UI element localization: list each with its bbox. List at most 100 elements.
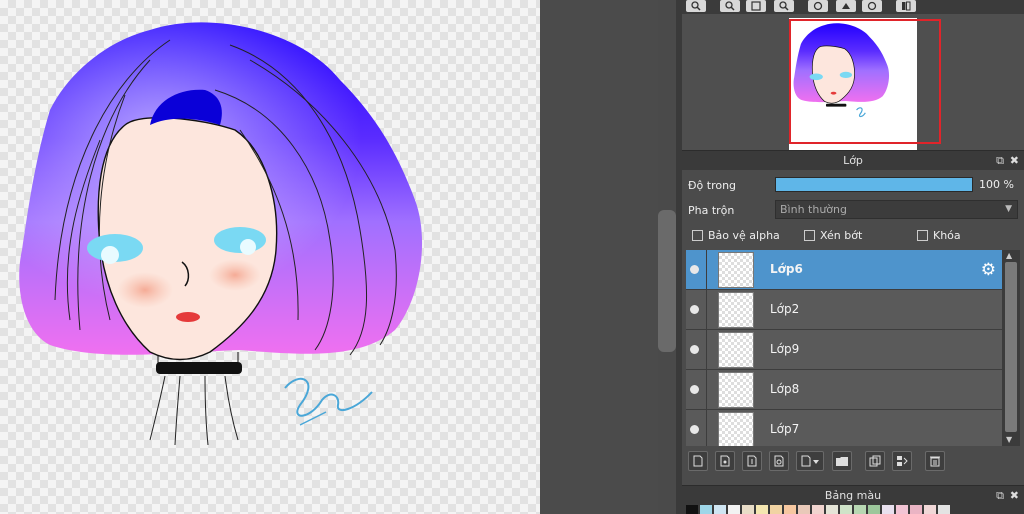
color-swatch[interactable] <box>910 505 922 514</box>
rotate-right-button[interactable] <box>862 0 882 12</box>
duplicate-icon <box>869 455 881 467</box>
visibility-icon[interactable] <box>690 345 699 354</box>
layer-row[interactable]: Lớp8 <box>686 370 1002 410</box>
close-icon[interactable]: ✖ <box>1010 151 1019 171</box>
scroll-down-icon[interactable]: ▼ <box>1006 435 1012 444</box>
color-swatch[interactable] <box>714 505 726 514</box>
trash-icon <box>930 456 940 467</box>
layer-thumbnail <box>718 332 754 368</box>
checkbox-label: Xén bớt <box>820 229 863 242</box>
visibility-icon[interactable] <box>690 385 699 394</box>
color-swatch[interactable] <box>882 505 894 514</box>
clipping-checkbox[interactable]: Xén bớt <box>804 229 862 242</box>
row-separator <box>706 410 707 446</box>
checkbox-label: Khóa <box>933 229 961 242</box>
row-separator <box>706 330 707 370</box>
page-dots-icon <box>720 455 730 467</box>
navigator-toolbar <box>682 0 1024 14</box>
layer-row[interactable]: Lớp9 <box>686 330 1002 370</box>
layer-name: Lớp6 <box>770 262 803 276</box>
new-halftone-layer-button[interactable] <box>715 451 735 471</box>
color-palette <box>682 505 1024 514</box>
color-swatch[interactable] <box>854 505 866 514</box>
layer-row[interactable]: Lớp7 <box>686 410 1002 446</box>
close-icon[interactable]: ✖ <box>1010 486 1019 506</box>
color-swatch[interactable] <box>812 505 824 514</box>
layer-row[interactable]: Lớp6 ⚙ <box>686 250 1002 290</box>
color-swatch[interactable] <box>742 505 754 514</box>
color-swatch[interactable] <box>784 505 796 514</box>
color-swatch[interactable] <box>840 505 852 514</box>
scroll-up-icon[interactable]: ▲ <box>1006 251 1012 260</box>
blend-mode-value: Bình thường <box>780 203 847 216</box>
color-swatch[interactable] <box>896 505 908 514</box>
zoom-in-button[interactable] <box>686 0 706 12</box>
checkbox-box[interactable] <box>804 230 815 241</box>
new-1bit-layer-button[interactable] <box>742 451 762 471</box>
row-separator <box>706 290 707 330</box>
page-icon <box>693 455 703 467</box>
chevron-down-icon: ▼ <box>1005 204 1012 214</box>
color-swatch[interactable] <box>798 505 810 514</box>
duplicate-layer-button[interactable] <box>865 451 885 471</box>
color-swatch[interactable] <box>728 505 740 514</box>
new-layer-button[interactable] <box>688 451 708 471</box>
color-swatch[interactable] <box>700 505 712 514</box>
layer-name: Lớp9 <box>770 342 800 356</box>
canvas-scrollbar[interactable] <box>658 210 676 352</box>
checkbox-box[interactable] <box>917 230 928 241</box>
flip-button[interactable] <box>836 0 856 12</box>
fit-view-button[interactable] <box>746 0 766 12</box>
blend-mode-select[interactable]: Bình thường ▼ <box>775 200 1018 219</box>
gear-icon[interactable]: ⚙ <box>981 260 996 280</box>
popout-icon[interactable]: ⧉ <box>996 486 1004 506</box>
protect-alpha-checkbox[interactable]: Bảo vệ alpha <box>692 229 780 242</box>
color-swatch[interactable] <box>756 505 768 514</box>
add-layer-menu-button[interactable] <box>796 451 824 471</box>
layer-thumbnail <box>718 412 754 446</box>
canvas-gutter <box>540 0 658 514</box>
blend-label: Pha trộn <box>688 204 735 217</box>
page-eight-icon <box>774 455 784 467</box>
drawing-canvas[interactable] <box>0 0 540 514</box>
flip-icon <box>842 3 850 9</box>
merge-down-button[interactable] <box>892 451 912 471</box>
new-8bit-layer-button[interactable] <box>769 451 789 471</box>
split-icon <box>902 1 911 11</box>
layer-thumbnail <box>718 372 754 408</box>
layer-name: Lớp7 <box>770 422 800 436</box>
rotate-left-button[interactable] <box>808 0 828 12</box>
checkbox-box[interactable] <box>692 230 703 241</box>
color-swatch[interactable] <box>938 505 950 514</box>
navigator-preview[interactable] <box>682 14 1024 154</box>
opacity-slider-fill <box>776 178 972 191</box>
row-separator <box>706 250 707 290</box>
layer-thumbnail <box>718 252 754 288</box>
color-swatch[interactable] <box>686 505 698 514</box>
layer-row[interactable]: Lớp2 <box>686 290 1002 330</box>
visibility-icon[interactable] <box>690 425 699 434</box>
color-swatch[interactable] <box>868 505 880 514</box>
zoom-out-button[interactable] <box>720 0 740 12</box>
layer-thumbnail <box>718 292 754 328</box>
layer-panel-title: Lớp <box>843 154 863 167</box>
layer-list: Lớp6 ⚙ Lớp2 Lớp9 Lớp8 Lớp7 <box>686 250 1002 446</box>
new-folder-button[interactable] <box>832 451 852 471</box>
popout-icon[interactable]: ⧉ <box>996 151 1004 171</box>
color-swatch[interactable] <box>826 505 838 514</box>
split-view-button[interactable] <box>896 0 916 12</box>
visibility-icon[interactable] <box>690 305 699 314</box>
color-swatch[interactable] <box>770 505 782 514</box>
artwork <box>19 22 423 446</box>
layer-list-scrollbar[interactable]: ▲ ▼ <box>1002 250 1020 446</box>
visibility-icon[interactable] <box>690 265 699 274</box>
delete-layer-button[interactable] <box>925 451 945 471</box>
color-swatch[interactable] <box>924 505 936 514</box>
actual-size-button[interactable] <box>774 0 794 12</box>
fit-icon <box>751 1 761 11</box>
scrollbar-thumb[interactable] <box>1005 262 1017 432</box>
opacity-slider[interactable] <box>775 177 973 192</box>
lock-checkbox[interactable]: Khóa <box>917 229 961 242</box>
add-page-dropdown-icon <box>801 455 819 467</box>
navigator-viewport-frame[interactable] <box>789 19 941 144</box>
